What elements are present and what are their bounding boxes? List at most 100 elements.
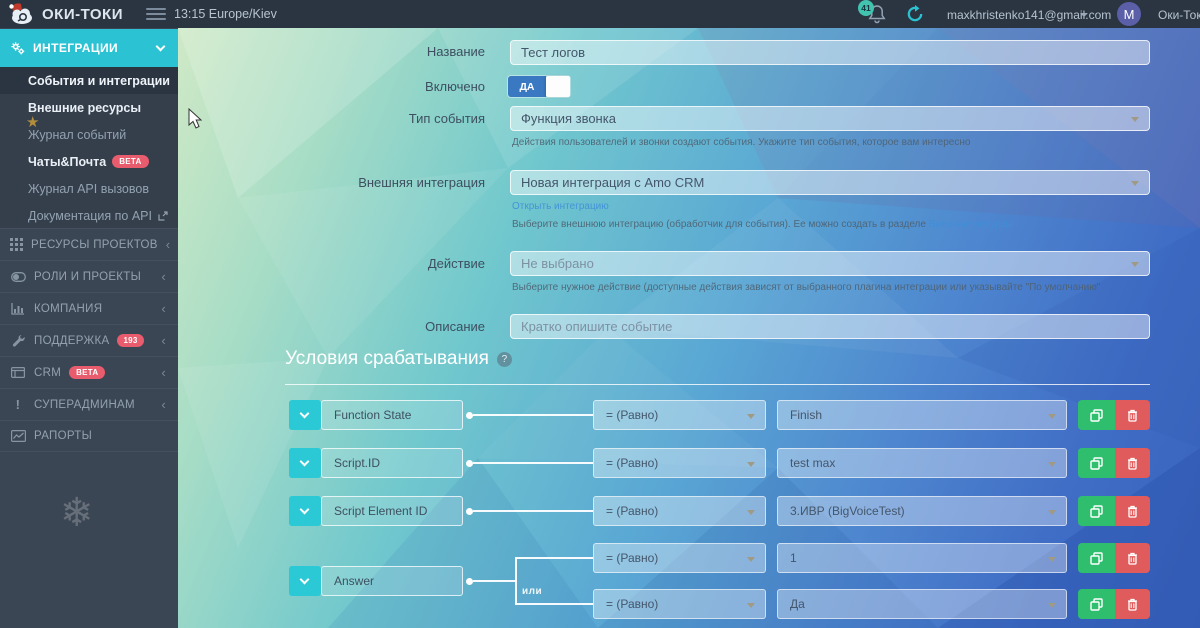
copy-condition-button[interactable] (1078, 589, 1115, 619)
sidebar-item-api-log[interactable]: Журнал API вызовов (0, 175, 178, 202)
chevron-down-icon (155, 41, 166, 52)
select-arrow-icon (1048, 414, 1056, 419)
name-input[interactable] (510, 40, 1150, 65)
sidebar-item-company[interactable]: КОМПАНИЯ ‹ (0, 292, 178, 324)
select-arrow-icon (1048, 603, 1056, 608)
delete-condition-button[interactable] (1115, 589, 1150, 619)
integration-label: Внешняя интеграция (358, 175, 485, 190)
sidebar-item-events-integrations[interactable]: События и интеграции (0, 67, 178, 94)
mouse-cursor (188, 108, 203, 129)
chevron-left-icon: ‹ (161, 333, 166, 348)
sidebar-item-reports[interactable]: РАПОРТЫ (0, 420, 178, 452)
condition-operator-select[interactable]: = (Равно) (593, 496, 766, 526)
grid-icon (10, 238, 23, 251)
condition-expand-button[interactable] (289, 566, 321, 596)
copy-condition-button[interactable] (1078, 543, 1115, 573)
select-arrow-icon (1048, 510, 1056, 515)
select-arrow-icon (1131, 117, 1139, 122)
integration-select[interactable]: Новая интеграция с Amo CRM (510, 170, 1150, 195)
sidebar-item-project-resources[interactable]: РЕСУРСЫ ПРОЕКТОВ ‹ (0, 228, 178, 260)
event-type-label: Тип события (408, 111, 485, 126)
condition-value-select[interactable]: Finish (777, 400, 1067, 430)
notifications-bell-icon[interactable]: 41 (858, 0, 890, 26)
copy-condition-button[interactable] (1078, 496, 1115, 526)
integration-hint: Выберите внешнюю интеграцию (обработчик … (512, 219, 1013, 230)
condition-name-select[interactable]: Script.ID (321, 448, 463, 478)
connector-line (473, 414, 593, 416)
beta-badge: BETA (112, 155, 149, 168)
condition-value-select[interactable]: 1 (777, 543, 1067, 573)
sidebar-item-crm[interactable]: CRM BETA ‹ (0, 356, 178, 388)
condition-value-select[interactable]: test max (777, 448, 1067, 478)
copy-condition-button[interactable] (1078, 448, 1115, 478)
enabled-toggle[interactable]: ДА (508, 76, 570, 97)
sidebar-item-chats-mail[interactable]: Чаты&Почта BETA (0, 148, 178, 175)
conditions-title: Условия срабатывания ? (285, 348, 512, 370)
condition-value-select[interactable]: Да (777, 589, 1067, 619)
app-logo[interactable]: ОКИ-ТОКИ (8, 2, 123, 26)
condition-name-select[interactable]: Answer (321, 566, 463, 596)
condition-name-select[interactable]: Function State (321, 400, 463, 430)
action-select[interactable]: Не выбрано (510, 251, 1150, 276)
condition-operator-select[interactable]: = (Равно) (593, 589, 766, 619)
select-arrow-icon (747, 510, 755, 515)
history-icon[interactable] (906, 5, 924, 23)
chevron-left-icon: ‹ (161, 365, 166, 380)
condition-expand-button[interactable] (289, 448, 321, 478)
condition-expand-button[interactable] (289, 400, 321, 430)
chevron-left-icon: ‹ (161, 301, 166, 316)
sidebar: ИНТЕГРАЦИИ События и интеграции Внешние … (0, 28, 178, 628)
open-integration-link[interactable]: Открыть интеграцию (512, 201, 609, 212)
support-count-badge: 193 (117, 334, 144, 347)
snowflake-decoration-icon: ❄ (60, 491, 94, 535)
help-icon[interactable]: ? (496, 351, 512, 367)
or-connector-label: или (522, 586, 543, 597)
beta-badge: BETA (69, 366, 106, 379)
company-name[interactable]: Оки-Токи (1158, 8, 1200, 22)
external-link-icon (158, 210, 168, 221)
condition-operator-select[interactable]: = (Равно) (593, 448, 766, 478)
sidebar-item-roles-projects[interactable]: РОЛИ И ПРОЕКТЫ ‹ (0, 260, 178, 292)
line-chart-icon (10, 430, 26, 442)
sidebar-item-superadmin[interactable]: ! СУПЕРАДМИНАМ ‹ (0, 388, 178, 420)
select-arrow-icon (1048, 462, 1056, 467)
select-arrow-icon (747, 414, 755, 419)
event-type-select[interactable]: Функция звонка (510, 106, 1150, 131)
connector-line (473, 580, 517, 582)
condition-expand-button[interactable] (289, 496, 321, 526)
condition-operator-select[interactable]: = (Равно) (593, 400, 766, 430)
action-label: Действие (427, 256, 485, 271)
select-arrow-icon (1131, 181, 1139, 186)
connector-dot (466, 460, 473, 467)
delete-condition-button[interactable] (1115, 400, 1150, 430)
logo-text: ОКИ-ТОКИ (42, 5, 123, 23)
copy-condition-button[interactable] (1078, 400, 1115, 430)
delete-condition-button[interactable] (1115, 543, 1150, 573)
select-arrow-icon (747, 603, 755, 608)
integrations-submenu: События и интеграции Внешние ресурсы Жур… (0, 67, 178, 229)
condition-value-select[interactable]: 3.ИВР (BigVoiceTest) (777, 496, 1067, 526)
delete-condition-button[interactable] (1115, 496, 1150, 526)
description-label: Описание (425, 319, 485, 334)
condition-operator-select[interactable]: = (Равно) (593, 543, 766, 573)
description-input[interactable] (510, 314, 1150, 339)
clock-timezone[interactable]: 13:15 Europe/Kiev (174, 7, 277, 21)
sidebar-item-api-docs[interactable]: Документация по API (0, 202, 178, 229)
toggle-icon (10, 271, 26, 282)
wrench-icon (10, 334, 26, 347)
branch-line-top (515, 557, 593, 559)
star-decoration-icon: ★ (26, 114, 40, 131)
toggle-on-label: ДА (508, 76, 546, 97)
branch-vertical-line (515, 558, 517, 605)
delete-condition-button[interactable] (1115, 448, 1150, 478)
topbar: ОКИ-ТОКИ 13:15 Europe/Kiev 41 maxkhriste… (0, 0, 1200, 28)
sidebar-item-support[interactable]: ПОДДЕРЖКА 193 ‹ (0, 324, 178, 356)
avatar[interactable]: M (1117, 2, 1141, 26)
sidebar-item-integrations[interactable]: ИНТЕГРАЦИИ (0, 29, 178, 67)
condition-name-select[interactable]: Script Element ID (321, 496, 463, 526)
external-resources-link[interactable]: Внешние ресурсы (929, 219, 1013, 230)
select-arrow-icon (1131, 262, 1139, 267)
enabled-label: Включено (425, 79, 485, 94)
toggle-knob (546, 76, 570, 97)
hamburger-menu-icon[interactable] (146, 8, 166, 20)
